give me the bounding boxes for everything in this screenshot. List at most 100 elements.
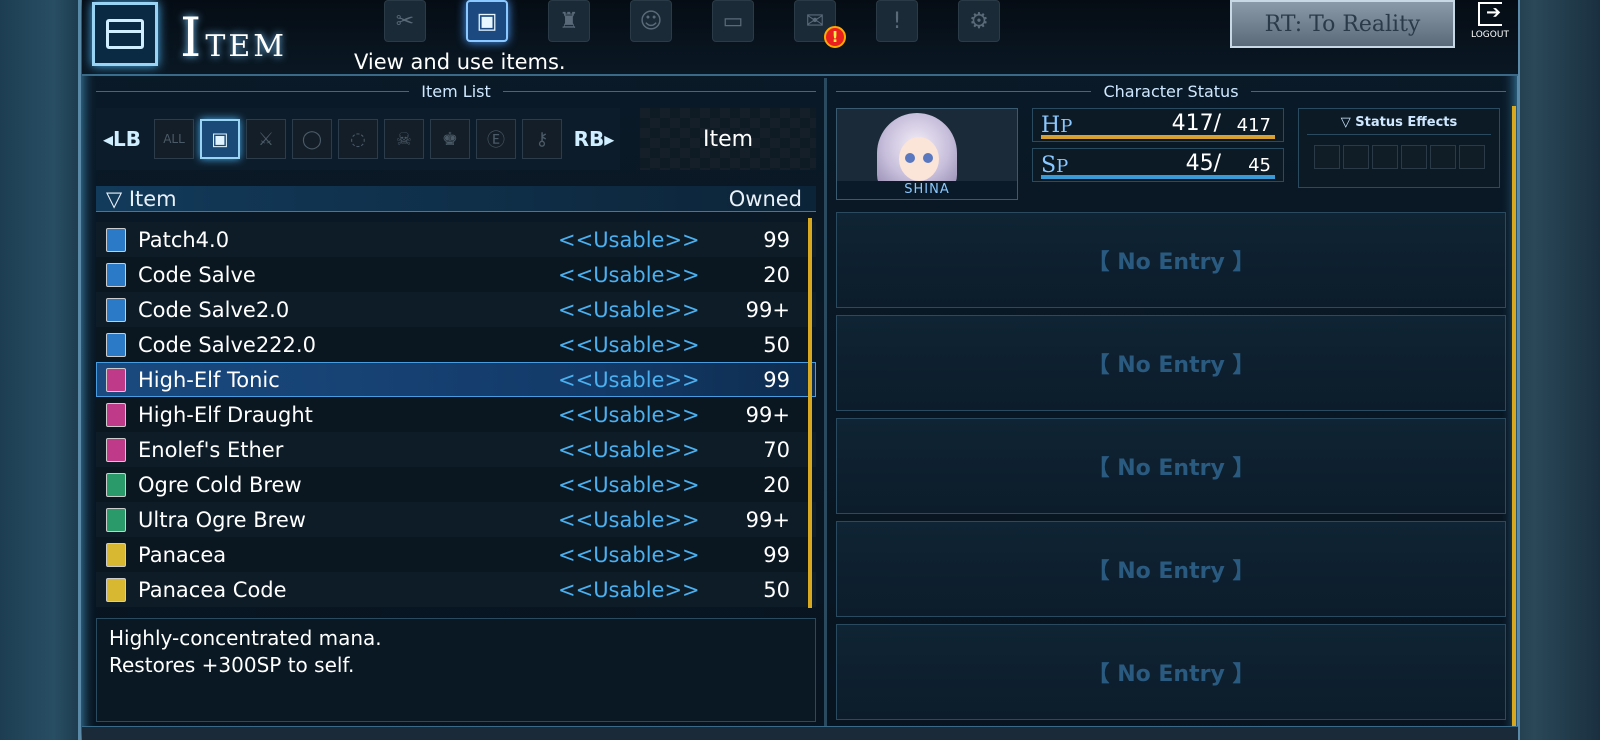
item-owned: 99 (763, 227, 790, 252)
character-panel: SHINA HP 417/ 417 SP 45/ 45 ▽ Status Eff… (836, 108, 1506, 204)
hp-bar (1041, 135, 1275, 139)
item-owned: 50 (763, 577, 790, 602)
item-description: Highly-concentrated mana. Restores +300S… (96, 618, 816, 722)
lb-button[interactable]: ◂LB (96, 108, 148, 170)
item-list-scrollbar[interactable] (808, 218, 812, 608)
item-owned: 99+ (745, 507, 790, 532)
skills-icon[interactable]: ✂ (384, 0, 426, 42)
party-icon[interactable]: ☺ (630, 0, 672, 42)
character-name: SHINA (837, 181, 1017, 199)
item-status: <<Usable>> (558, 332, 700, 357)
item-row[interactable]: Patch4.0 <<Usable>> 99 (96, 222, 816, 257)
item-name: Panacea Code (138, 577, 287, 602)
item-name: Ogre Cold Brew (138, 472, 302, 497)
item-owned: 20 (763, 472, 790, 497)
status-effect-slot (1458, 145, 1485, 169)
category-tab-ring[interactable]: ◯ (292, 119, 332, 159)
item-name: Enolef's Ether (138, 437, 284, 462)
character-stats: HP 417/ 417 SP 45/ 45 (1032, 108, 1284, 204)
category-tab-armor[interactable]: ♚ (430, 119, 470, 159)
party-slot-empty[interactable]: 【 No Entry 】 (836, 418, 1506, 514)
item-name: High-Elf Draught (138, 402, 313, 427)
item-icon (106, 297, 126, 322)
item-list-header: ▽ Item Owned (96, 186, 816, 212)
page-subtitle: View and use items. (354, 50, 566, 74)
category-tab-all[interactable]: ALL (154, 119, 194, 159)
item-icon (106, 402, 126, 427)
item-icon (106, 437, 126, 462)
equip-icon[interactable]: ♜ (548, 0, 590, 42)
item-status: <<Usable>> (558, 437, 700, 462)
category-tab-item[interactable]: ▣ (200, 119, 240, 159)
status-effects-panel: ▽ Status Effects (1298, 108, 1500, 188)
system-icon[interactable]: ▭ (712, 0, 754, 42)
owned-column-header: Owned (728, 186, 802, 211)
character-portrait[interactable]: SHINA (836, 108, 1018, 200)
item-row[interactable]: Code Salve <<Usable>> 20 (96, 257, 816, 292)
notice-icon[interactable]: ! (876, 0, 918, 42)
sp-current: 45/ (1185, 151, 1221, 176)
item-owned: 20 (763, 262, 790, 287)
category-tab-event[interactable]: Ⓔ (476, 119, 516, 159)
item-owned: 99+ (745, 402, 790, 427)
party-entries: 【 No Entry 】【 No Entry 】【 No Entry 】【 No… (836, 212, 1506, 727)
item-name: Code Salve (138, 262, 256, 287)
category-tab-skull[interactable]: ☠ (384, 119, 424, 159)
item-name: Patch4.0 (138, 227, 230, 252)
item-row[interactable]: Panacea Code <<Usable>> 50 (96, 572, 816, 607)
item-status: <<Usable>> (558, 262, 700, 287)
logout-button[interactable]: LOGOUT (1465, 0, 1515, 46)
background-left (0, 0, 90, 740)
item-icon (106, 227, 126, 252)
status-effect-slot (1400, 145, 1427, 169)
item-owned: 70 (763, 437, 790, 462)
status-effect-slot (1429, 145, 1456, 169)
item-name: Ultra Ogre Brew (138, 507, 306, 532)
item-menu-logo (92, 2, 158, 66)
bottom-bar (82, 726, 1518, 740)
item-row[interactable]: Ogre Cold Brew <<Usable>> 20 (96, 467, 816, 502)
item-icon[interactable]: ▣ (466, 0, 508, 42)
item-row[interactable]: Ultra Ogre Brew <<Usable>> 99+ (96, 502, 816, 537)
character-scrollbar[interactable] (1512, 106, 1516, 726)
item-icon (106, 507, 126, 532)
item-row[interactable]: Panacea <<Usable>> 99 (96, 537, 816, 572)
category-tabs: ALL ▣ ⚔ ◯ ◌ ☠ ♚ Ⓔ ⚷ (148, 108, 568, 170)
item-row[interactable]: Code Salve2.0 <<Usable>> 99+ (96, 292, 816, 327)
category-tab-amulet[interactable]: ◌ (338, 119, 378, 159)
item-column-header[interactable]: ▽ Item (106, 187, 716, 211)
category-tab-key[interactable]: ⚷ (522, 119, 562, 159)
item-row[interactable]: Enolef's Ether <<Usable>> 70 (96, 432, 816, 467)
chest-icon (106, 19, 144, 49)
category-tab-weapon[interactable]: ⚔ (246, 119, 286, 159)
item-row[interactable]: High-Elf Tonic <<Usable>> 99 (96, 362, 816, 397)
item-status: <<Usable>> (558, 227, 700, 252)
party-slot-empty[interactable]: 【 No Entry 】 (836, 212, 1506, 308)
page-title: ITEM (180, 6, 287, 69)
hp-stat: HP 417/ 417 (1032, 108, 1284, 142)
status-effect-slot (1371, 145, 1398, 169)
item-row[interactable]: High-Elf Draught <<Usable>> 99+ (96, 397, 816, 432)
item-name: Code Salve2.0 (138, 297, 290, 322)
item-icon (106, 332, 126, 357)
item-icon (106, 262, 126, 287)
item-status: <<Usable>> (558, 577, 700, 602)
item-owned: 99 (763, 367, 790, 392)
party-slot-empty[interactable]: 【 No Entry 】 (836, 624, 1506, 720)
settings-icon[interactable]: ⚙ (958, 0, 1000, 42)
item-row[interactable]: Code Salve222.0 <<Usable>> 50 (96, 327, 816, 362)
item-name: Panacea (138, 542, 227, 567)
to-reality-button[interactable]: RT: To Reality (1230, 0, 1455, 48)
item-name: Code Salve222.0 (138, 332, 316, 357)
party-slot-empty[interactable]: 【 No Entry 】 (836, 521, 1506, 617)
item-name: High-Elf Tonic (138, 367, 280, 392)
item-list: Patch4.0 <<Usable>> 99 Code Salve <<Usable>>… (96, 222, 816, 610)
sp-max: 45 (1248, 155, 1271, 176)
hp-current: 417/ (1171, 111, 1221, 136)
rb-button[interactable]: RB▸ (568, 108, 620, 170)
status-effect-slot (1313, 145, 1340, 169)
item-list-label: Item List (96, 80, 816, 102)
party-slot-empty[interactable]: 【 No Entry 】 (836, 315, 1506, 411)
item-status: <<Usable>> (558, 297, 700, 322)
item-status: <<Usable>> (558, 542, 700, 567)
